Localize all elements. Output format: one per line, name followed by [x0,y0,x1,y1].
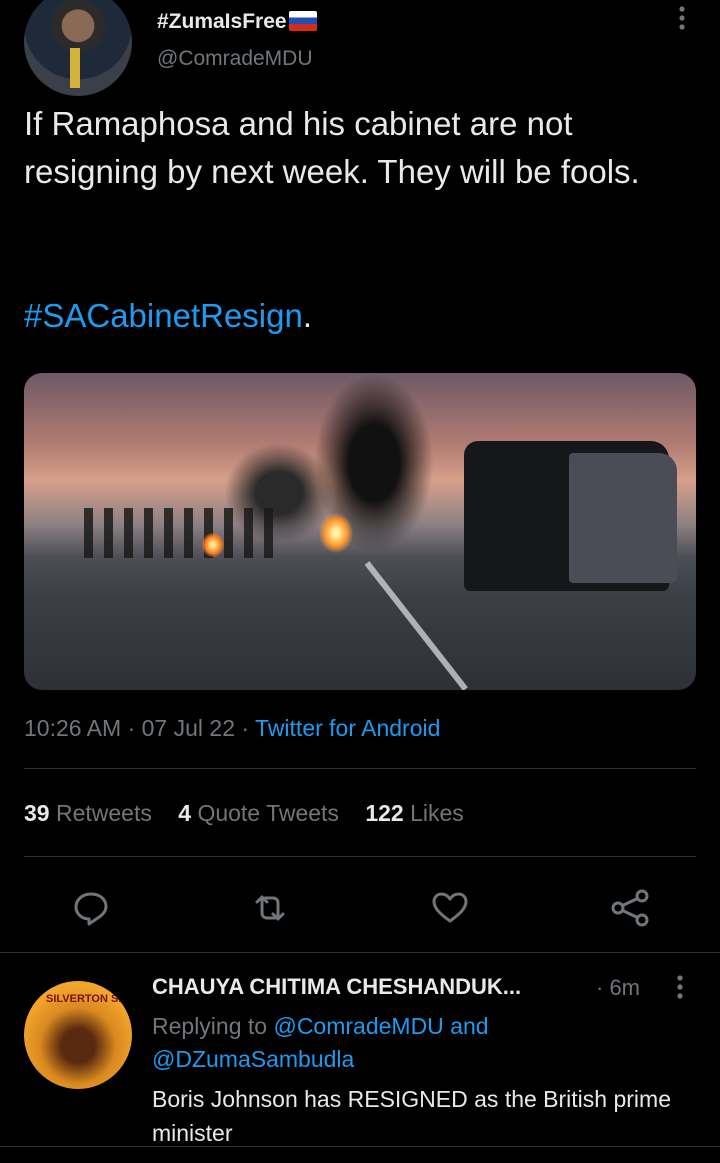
divider [24,856,696,857]
photo-road-marking [364,561,468,690]
tweet-time: 10:26 AM [24,715,122,741]
more-options-icon[interactable] [672,4,692,34]
reply-time: · 6m [596,975,640,1000]
retweet-icon[interactable] [248,886,292,930]
replying-to-label: Replying to [152,1013,268,1039]
tweet-photo[interactable] [24,373,696,690]
photo-van-side [569,453,677,583]
hashtag-link[interactable]: #SACabinetResign [24,297,303,334]
tweet-text: If Ramaphosa and his cabinet are not res… [24,105,640,190]
photo-fire-small [202,533,224,557]
tweet-timestamp: 10:26 AM · 07 Jul 22 · Twitter for Andro… [24,715,440,742]
likes-stat[interactable]: 122 Likes [365,800,463,826]
mention-link[interactable]: @DZumaSambudla [152,1046,354,1072]
reply-more-options-icon[interactable] [670,973,690,1003]
reply-text: Boris Johnson has RESIGNED as the Britis… [152,1086,671,1146]
photo-crowd [84,508,284,558]
russia-flag-icon [288,11,317,31]
reply-author-name[interactable]: CHAUYA CHITIMA CHESHANDUK... [152,974,521,1000]
divider [0,1146,720,1147]
divider [24,768,696,769]
quote-tweets-stat[interactable]: 4 Quote Tweets [178,800,339,826]
tweet-source-link[interactable]: Twitter for Android [255,715,440,741]
section-separator [0,952,720,953]
retweets-label: Retweets [55,800,152,826]
quote-tweets-count: 4 [178,800,192,826]
likes-count: 122 [365,800,404,826]
separator-dot: · [241,715,250,741]
avatar-logo-text: SILVERTON SIE [46,993,129,1005]
tweet-hashtag-line: #SACabinetResign. [24,292,312,340]
hashtag-suffix: . [302,297,313,334]
retweets-count: 39 [24,800,50,826]
mention-link[interactable]: @ComradeMDU [273,1013,443,1039]
author-avatar[interactable] [24,0,132,96]
author-handle[interactable]: @ComradeMDU [157,47,313,71]
reply-icon[interactable] [69,886,113,930]
tweet-date[interactable]: 07 Jul 22 [142,715,235,741]
mention-conjunction[interactable]: and [450,1013,488,1039]
tweet-stats: 39 Retweets 4 Quote Tweets 122 Likes [24,800,484,827]
photo-fire [319,513,353,553]
separator-dot: · [127,715,136,741]
replying-to: Replying to @ComradeMDU and @DZumaSambud… [152,1010,489,1076]
retweets-stat[interactable]: 39 Retweets [24,800,152,826]
likes-label: Likes [410,800,464,826]
author-display-name[interactable]: #ZumaIsFree [157,10,317,34]
quote-tweets-label: Quote Tweets [197,800,339,826]
share-icon[interactable] [608,886,652,930]
reply-author-avatar[interactable]: SILVERTON SIE [24,981,132,1089]
like-icon[interactable] [428,886,472,930]
display-name-text: #ZumaIsFree [157,10,287,33]
